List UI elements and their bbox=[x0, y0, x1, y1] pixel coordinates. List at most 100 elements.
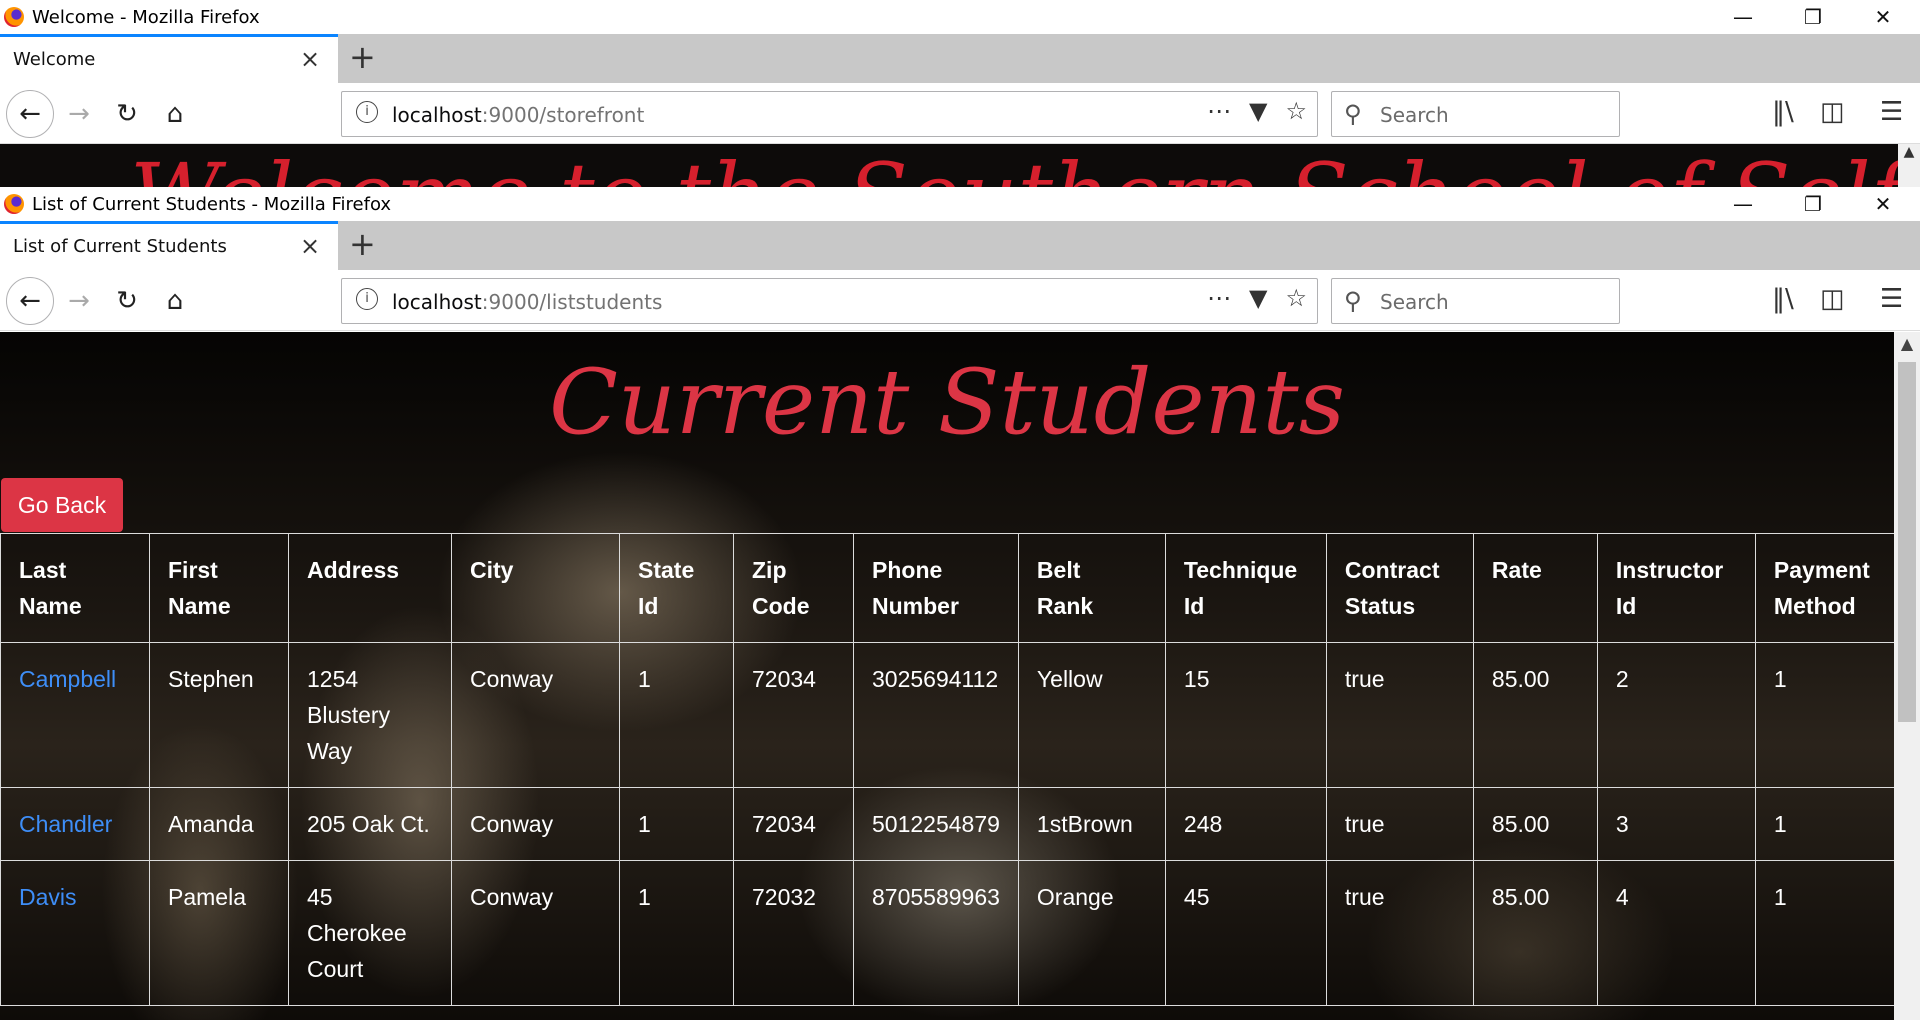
column-header: City bbox=[451, 533, 620, 643]
tab-close-icon[interactable]: × bbox=[300, 45, 320, 73]
header-label: Method bbox=[1773, 593, 1856, 619]
close-icon[interactable]: ✕ bbox=[1848, 187, 1918, 221]
url-text[interactable]: localhost:9000/storefront bbox=[392, 103, 644, 127]
table-cell: Orange bbox=[1017, 860, 1166, 1006]
restore-icon[interactable]: ❐ bbox=[1778, 187, 1848, 221]
cell-value: 205 Oak Ct. bbox=[307, 811, 430, 837]
header-label: Zip bbox=[752, 557, 787, 583]
table-body: Campbell Stephen 1254 Blustery Way Conway 1 7… bbox=[0, 642, 1894, 1006]
menu-icon[interactable]: ☰ bbox=[1880, 284, 1903, 314]
header-label: Payment bbox=[1773, 557, 1870, 583]
cell-value: Conway bbox=[470, 666, 554, 692]
sidebar-icon[interactable]: ◫ bbox=[1820, 284, 1845, 314]
page-actions-icon[interactable]: ⋯ bbox=[1207, 97, 1231, 125]
scrollbar-up-icon[interactable]: ▲ bbox=[1898, 144, 1920, 187]
forward-arrow-icon[interactable]: → bbox=[58, 280, 100, 322]
table-cell: 72032 bbox=[733, 860, 854, 1006]
table-cell: Conway bbox=[451, 860, 620, 1006]
go-back-button[interactable]: Go Back bbox=[1, 478, 123, 532]
scrollbar-thumb[interactable] bbox=[1898, 362, 1916, 722]
url-text[interactable]: localhost:9000/liststudents bbox=[392, 290, 662, 314]
header-label: City bbox=[470, 557, 514, 583]
new-tab-icon[interactable]: + bbox=[349, 38, 376, 76]
home-icon[interactable]: ⌂ bbox=[154, 280, 196, 322]
library-icon[interactable]: ‖\ bbox=[1772, 284, 1794, 314]
cell-value: Conway bbox=[470, 811, 554, 837]
table-cell: 1254 Blustery Way bbox=[288, 642, 452, 788]
pocket-icon[interactable]: ▼ bbox=[1249, 284, 1267, 312]
header-label: Id bbox=[1615, 593, 1637, 619]
search-input[interactable]: ⚲ Search bbox=[1331, 91, 1620, 137]
forward-arrow-icon[interactable]: → bbox=[58, 93, 100, 135]
tab-strip: Welcome × + bbox=[0, 34, 1920, 83]
cell-value: Amanda bbox=[168, 811, 254, 837]
url-bar[interactable]: i localhost:9000/liststudents ⋯ ▼ ☆ bbox=[341, 278, 1318, 324]
column-header: First Name bbox=[149, 533, 289, 643]
table-row: Chandler Amanda 205 Oak Ct. Conway 1 72034 501… bbox=[0, 787, 1894, 861]
header-label: First bbox=[168, 557, 218, 583]
cell-value: 2 bbox=[1615, 666, 1629, 692]
restore-icon[interactable]: ❐ bbox=[1778, 0, 1848, 34]
student-link[interactable]: Davis bbox=[19, 884, 77, 910]
bookmark-star-icon[interactable]: ☆ bbox=[1285, 284, 1307, 312]
nav-toolbar: ← → ↻ ⌂ i localhost:9000/storefront ⋯ ▼ … bbox=[0, 83, 1920, 144]
bookmark-star-icon[interactable]: ☆ bbox=[1285, 97, 1307, 125]
tab-list-of-current-students[interactable]: List of Current Students × bbox=[0, 221, 338, 270]
table-cell: 5012254879 bbox=[853, 787, 1019, 861]
menu-icon[interactable]: ☰ bbox=[1880, 97, 1903, 127]
header-label: Id bbox=[1183, 593, 1205, 619]
pocket-icon[interactable]: ▼ bbox=[1249, 97, 1267, 125]
column-header: Zip Code bbox=[733, 533, 854, 643]
student-link[interactable]: Campbell bbox=[19, 666, 116, 692]
table-cell: true bbox=[1325, 860, 1474, 1006]
back-arrow-icon[interactable]: ← bbox=[6, 277, 54, 325]
sidebar-icon[interactable]: ◫ bbox=[1820, 97, 1845, 127]
firefox-logo-icon bbox=[4, 7, 24, 27]
back-arrow-icon[interactable]: ← bbox=[6, 90, 54, 138]
header-label: State bbox=[638, 557, 695, 583]
page-actions-icon[interactable]: ⋯ bbox=[1207, 284, 1231, 312]
search-input[interactable]: ⚲ Search bbox=[1331, 278, 1620, 324]
cell-value: 1 bbox=[1773, 884, 1787, 910]
header-label: Last bbox=[19, 557, 67, 583]
new-tab-icon[interactable]: + bbox=[349, 225, 376, 263]
welcome-page-content: Welcome to the Southern School of Self bbox=[0, 144, 1898, 187]
table-header-row: Last Name First Name Address City State Id Zip Co… bbox=[0, 533, 1894, 643]
home-icon[interactable]: ⌂ bbox=[154, 93, 196, 135]
cell-value: 8705589963 bbox=[872, 884, 1000, 910]
table-cell: 45 Cherokee Court bbox=[288, 860, 452, 1006]
student-link[interactable]: Chandler bbox=[19, 811, 112, 837]
cell-value: Pamela bbox=[168, 884, 246, 910]
info-icon[interactable]: i bbox=[356, 288, 378, 310]
students-table: Last Name First Name Address City State Id Zip Co… bbox=[0, 533, 1894, 1006]
table-cell: 72034 bbox=[733, 642, 854, 788]
reload-icon[interactable]: ↻ bbox=[106, 93, 148, 135]
table-cell: 1 bbox=[1754, 787, 1894, 861]
column-header: Belt Rank bbox=[1017, 533, 1166, 643]
minimize-icon[interactable]: — bbox=[1708, 0, 1778, 34]
cell-value: 72034 bbox=[752, 666, 816, 692]
header-label: Name bbox=[19, 593, 82, 619]
cell-value: 248 bbox=[1183, 811, 1223, 837]
column-header: Technique Id bbox=[1164, 533, 1327, 643]
table-cell: 8705589963 bbox=[853, 860, 1019, 1006]
column-header: Rate bbox=[1472, 533, 1598, 643]
minimize-icon[interactable]: — bbox=[1708, 187, 1778, 221]
table-cell: 1 bbox=[619, 860, 734, 1006]
info-icon[interactable]: i bbox=[356, 101, 378, 123]
cell-value: 85.00 bbox=[1491, 811, 1550, 837]
tab-welcome[interactable]: Welcome × bbox=[0, 34, 338, 83]
cell-value: 1 bbox=[1773, 811, 1787, 837]
table-cell: 85.00 bbox=[1472, 860, 1598, 1006]
close-icon[interactable]: ✕ bbox=[1848, 0, 1918, 34]
vertical-scrollbar[interactable]: ▲ bbox=[1894, 332, 1920, 1020]
reload-icon[interactable]: ↻ bbox=[106, 280, 148, 322]
firefox-logo-icon bbox=[4, 194, 24, 214]
scroll-up-icon[interactable]: ▲ bbox=[1894, 334, 1920, 353]
tab-close-icon[interactable]: × bbox=[300, 232, 320, 260]
cell-value: 4 bbox=[1615, 884, 1629, 910]
column-header: State Id bbox=[619, 533, 734, 643]
library-icon[interactable]: ‖\ bbox=[1772, 97, 1794, 127]
table-cell: Conway bbox=[451, 642, 620, 788]
url-bar[interactable]: i localhost:9000/storefront ⋯ ▼ ☆ bbox=[341, 91, 1318, 137]
